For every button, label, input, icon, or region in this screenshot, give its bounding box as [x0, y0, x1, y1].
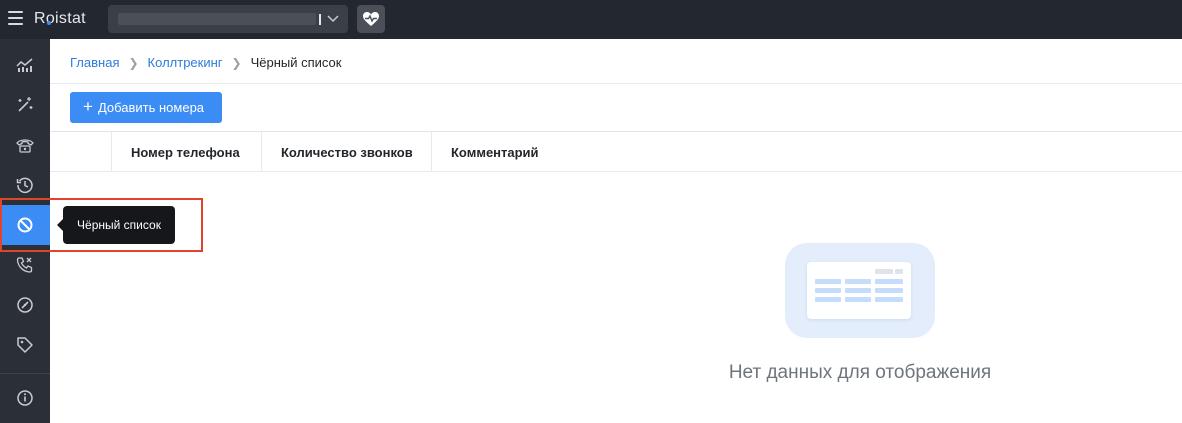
heart-pulse-icon	[363, 12, 379, 26]
column-header-comment[interactable]: Комментарий	[431, 132, 539, 172]
table-header: Номер телефона Количество звонков Коммен…	[50, 131, 1182, 172]
tag-icon	[17, 337, 33, 353]
empty-state-text: Нет данных для отображения	[728, 362, 992, 383]
top-bar: Roistat	[0, 0, 1182, 39]
column-header-phone[interactable]: Номер телефона	[111, 132, 240, 172]
history-icon	[16, 177, 33, 194]
sidebar-divider	[0, 373, 50, 374]
chevron-down-icon	[327, 15, 339, 23]
sidebar-item-magic[interactable]	[0, 85, 50, 125]
phone-calltracking-icon	[16, 139, 34, 153]
breadcrumb-current: Чёрный список	[250, 55, 342, 70]
sidebar-item-tags[interactable]	[0, 325, 50, 365]
health-button[interactable]	[357, 5, 385, 33]
sidebar-item-analytics[interactable]	[0, 45, 50, 85]
project-name-redacted	[118, 13, 316, 25]
empty-card	[807, 262, 911, 319]
plus-icon: +	[83, 97, 93, 116]
logo-dot	[47, 21, 51, 25]
hamburger-icon[interactable]	[8, 11, 23, 25]
header-divider	[50, 83, 1182, 84]
add-numbers-button[interactable]: + Добавить номера	[70, 92, 222, 123]
sidebar-item-info[interactable]	[0, 378, 50, 418]
sidebar-item-speedometer[interactable]	[0, 285, 50, 325]
breadcrumb-home-link[interactable]: Главная	[70, 55, 119, 70]
breadcrumb: Главная ❯ Коллтрекинг ❯ Чёрный список	[70, 55, 341, 70]
phone-missed-icon	[16, 257, 33, 273]
app-logo[interactable]: Roistat	[34, 10, 86, 28]
chevron-right-icon: ❯	[128, 55, 139, 70]
annotation-highlight-box	[0, 198, 203, 252]
info-icon	[17, 390, 33, 406]
empty-table-illustration	[785, 243, 935, 338]
chevron-right-icon: ❯	[231, 55, 242, 70]
column-header-calls[interactable]: Количество звонков	[261, 132, 413, 172]
project-select[interactable]	[108, 5, 348, 33]
analytics-chart-icon	[16, 58, 33, 72]
add-numbers-label: Добавить номера	[97, 100, 205, 115]
breadcrumb-calltracking-link[interactable]: Коллтрекинг	[148, 55, 223, 70]
table-grid-icon	[815, 269, 903, 302]
magic-wand-icon	[18, 97, 33, 112]
text-cursor	[319, 14, 321, 25]
sidebar-item-calltracking[interactable]	[0, 125, 50, 165]
gauge-icon	[17, 297, 33, 313]
